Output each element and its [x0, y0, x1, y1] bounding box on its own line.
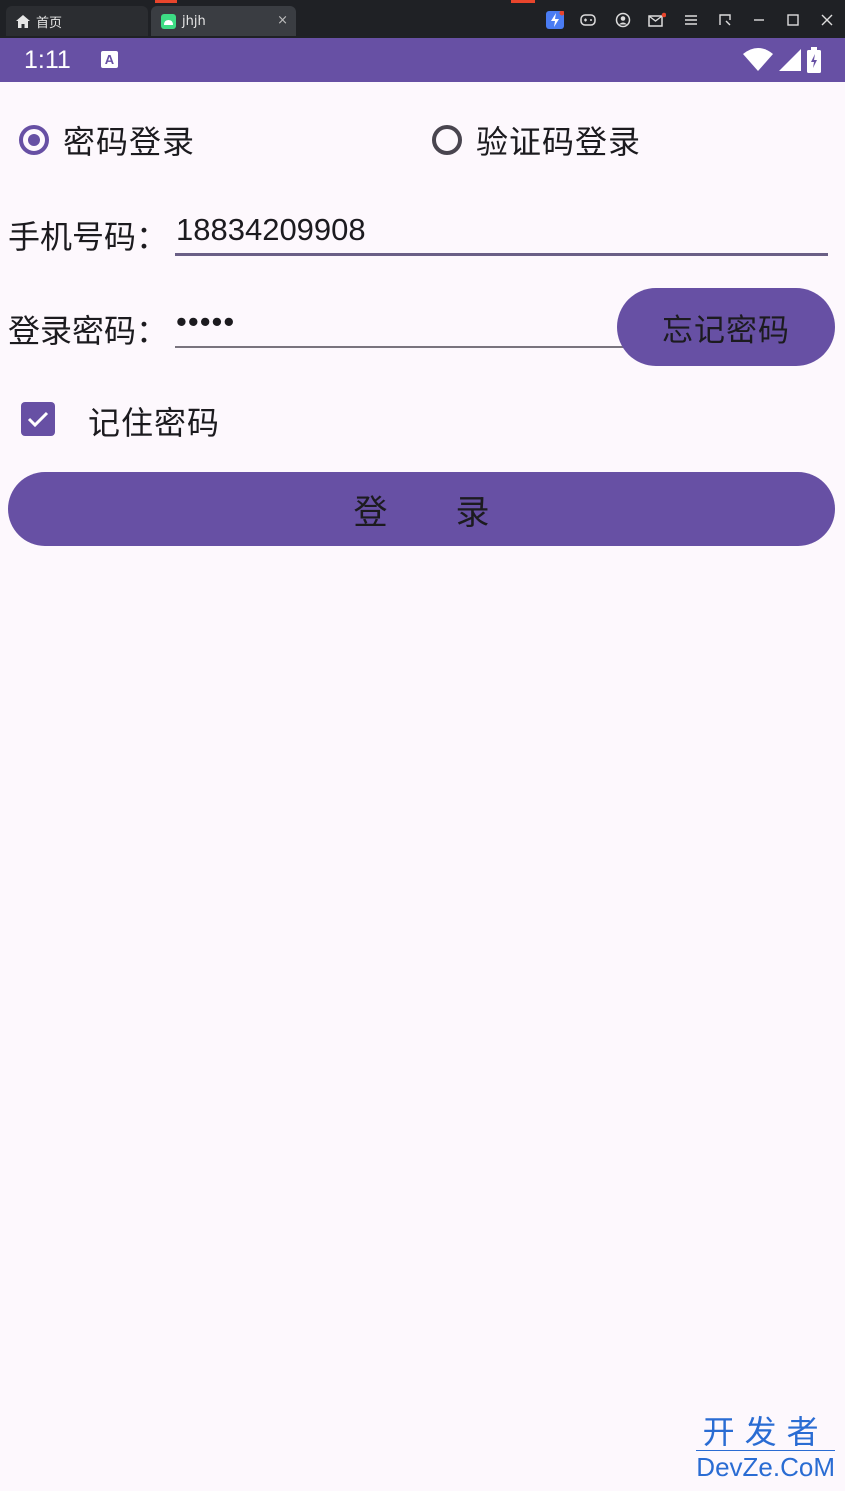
home-icon [16, 14, 30, 28]
watermark-line1: 开发者 [696, 1414, 835, 1451]
wifi-icon [743, 48, 773, 76]
tab-indicator [155, 0, 177, 3]
tab-close-icon[interactable]: × [277, 13, 288, 28]
status-badge: A [101, 51, 118, 68]
minimize-icon[interactable] [750, 11, 768, 29]
login-mode-group: 密码登录 验证码登录 [0, 112, 845, 168]
menu-icon[interactable] [682, 11, 700, 29]
password-label: 登录密码： [8, 312, 169, 350]
bolt-icon[interactable] [546, 11, 564, 29]
tab-home[interactable]: 首页 [6, 6, 148, 36]
tab-app-label: jhjh [182, 13, 206, 29]
radio-code-login[interactable]: 验证码登录 [432, 112, 641, 168]
status-bar: 1:11 A [0, 38, 845, 82]
close-icon[interactable] [818, 11, 836, 29]
watermark-line2: DevZe.CoM [696, 1452, 835, 1482]
mail-icon[interactable] [648, 11, 666, 29]
forgot-password-button[interactable]: 忘记密码 [617, 288, 835, 366]
tab-indicator [511, 0, 535, 3]
password-input[interactable] [176, 300, 606, 344]
battery-icon [807, 47, 821, 77]
maximize-icon[interactable] [784, 11, 802, 29]
phone-label: 手机号码： [8, 218, 169, 256]
gamepad-icon[interactable] [579, 11, 597, 29]
resize-icon[interactable] [716, 11, 734, 29]
phone-input[interactable] [176, 208, 826, 252]
radio-selected-icon [19, 125, 49, 155]
android-icon [161, 13, 176, 29]
remember-password-label: 记住密码 [88, 404, 221, 442]
radio-password-login-label: 密码登录 [63, 123, 196, 161]
check-icon [27, 411, 49, 428]
signal-icon [779, 49, 801, 75]
remember-password-checkbox[interactable] [21, 402, 55, 436]
emulator-title-bar: 首页 jhjh × [0, 0, 845, 38]
radio-password-login[interactable]: 密码登录 [19, 112, 195, 168]
radio-code-login-label: 验证码登录 [476, 123, 642, 161]
login-button[interactable]: 登 录 [8, 472, 835, 546]
account-icon[interactable] [614, 11, 632, 29]
tab-app[interactable]: jhjh × [151, 6, 296, 36]
password-underline [175, 346, 635, 348]
radio-unselected-icon [432, 125, 462, 155]
watermark: 开发者 DevZe.CoM [696, 1414, 835, 1483]
phone-underline [175, 253, 828, 256]
tab-home-label: 首页 [36, 15, 63, 31]
status-time: 1:11 [24, 46, 71, 74]
